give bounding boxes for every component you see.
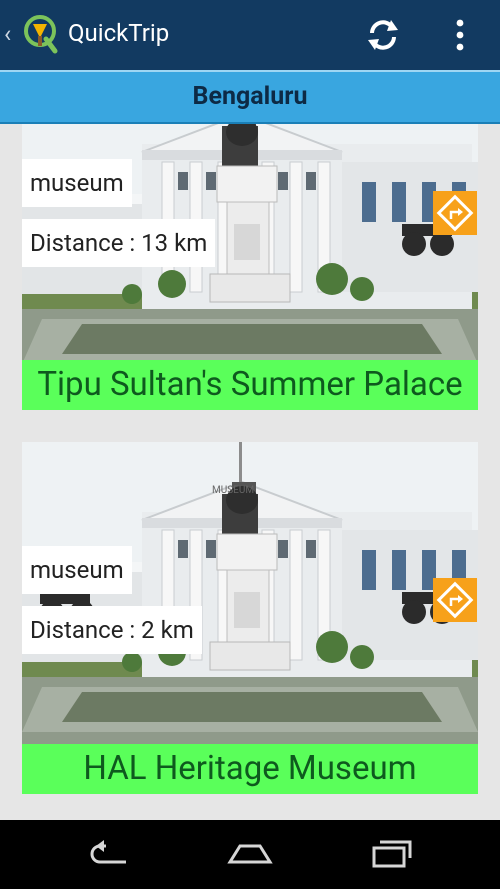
directions-icon — [436, 194, 474, 232]
system-nav-bar — [0, 820, 500, 889]
place-category: museum — [22, 159, 132, 207]
refresh-icon[interactable] — [364, 16, 402, 54]
back-icon[interactable] — [86, 838, 134, 870]
directions-button[interactable] — [433, 578, 477, 622]
overflow-menu-icon[interactable] — [452, 16, 468, 54]
recents-icon[interactable] — [366, 838, 414, 870]
quicktrip-logo-icon[interactable] — [22, 14, 58, 54]
place-distance: Distance : 2 km — [22, 606, 202, 654]
directions-button[interactable] — [433, 191, 477, 235]
place-name[interactable]: Tipu Sultan's Summer Palace — [22, 360, 478, 410]
place-name[interactable]: HAL Heritage Museum — [22, 744, 478, 794]
location-name: Bengaluru — [192, 82, 308, 111]
photo-sign-text: MUSEUM — [212, 485, 255, 496]
location-bar: Bengaluru — [0, 70, 500, 124]
places-list[interactable]: museum Distance : 13 km Tipu Sultan's Su… — [0, 124, 500, 820]
place-category: museum — [22, 546, 132, 594]
place-distance: Distance : 13 km — [22, 219, 216, 267]
app-title: QuickTrip — [68, 19, 170, 47]
directions-icon — [436, 581, 474, 619]
chevron-left-icon[interactable]: ‹ — [4, 20, 11, 48]
home-icon[interactable] — [226, 838, 274, 870]
app-bar: ‹ QuickTrip — [0, 0, 500, 70]
